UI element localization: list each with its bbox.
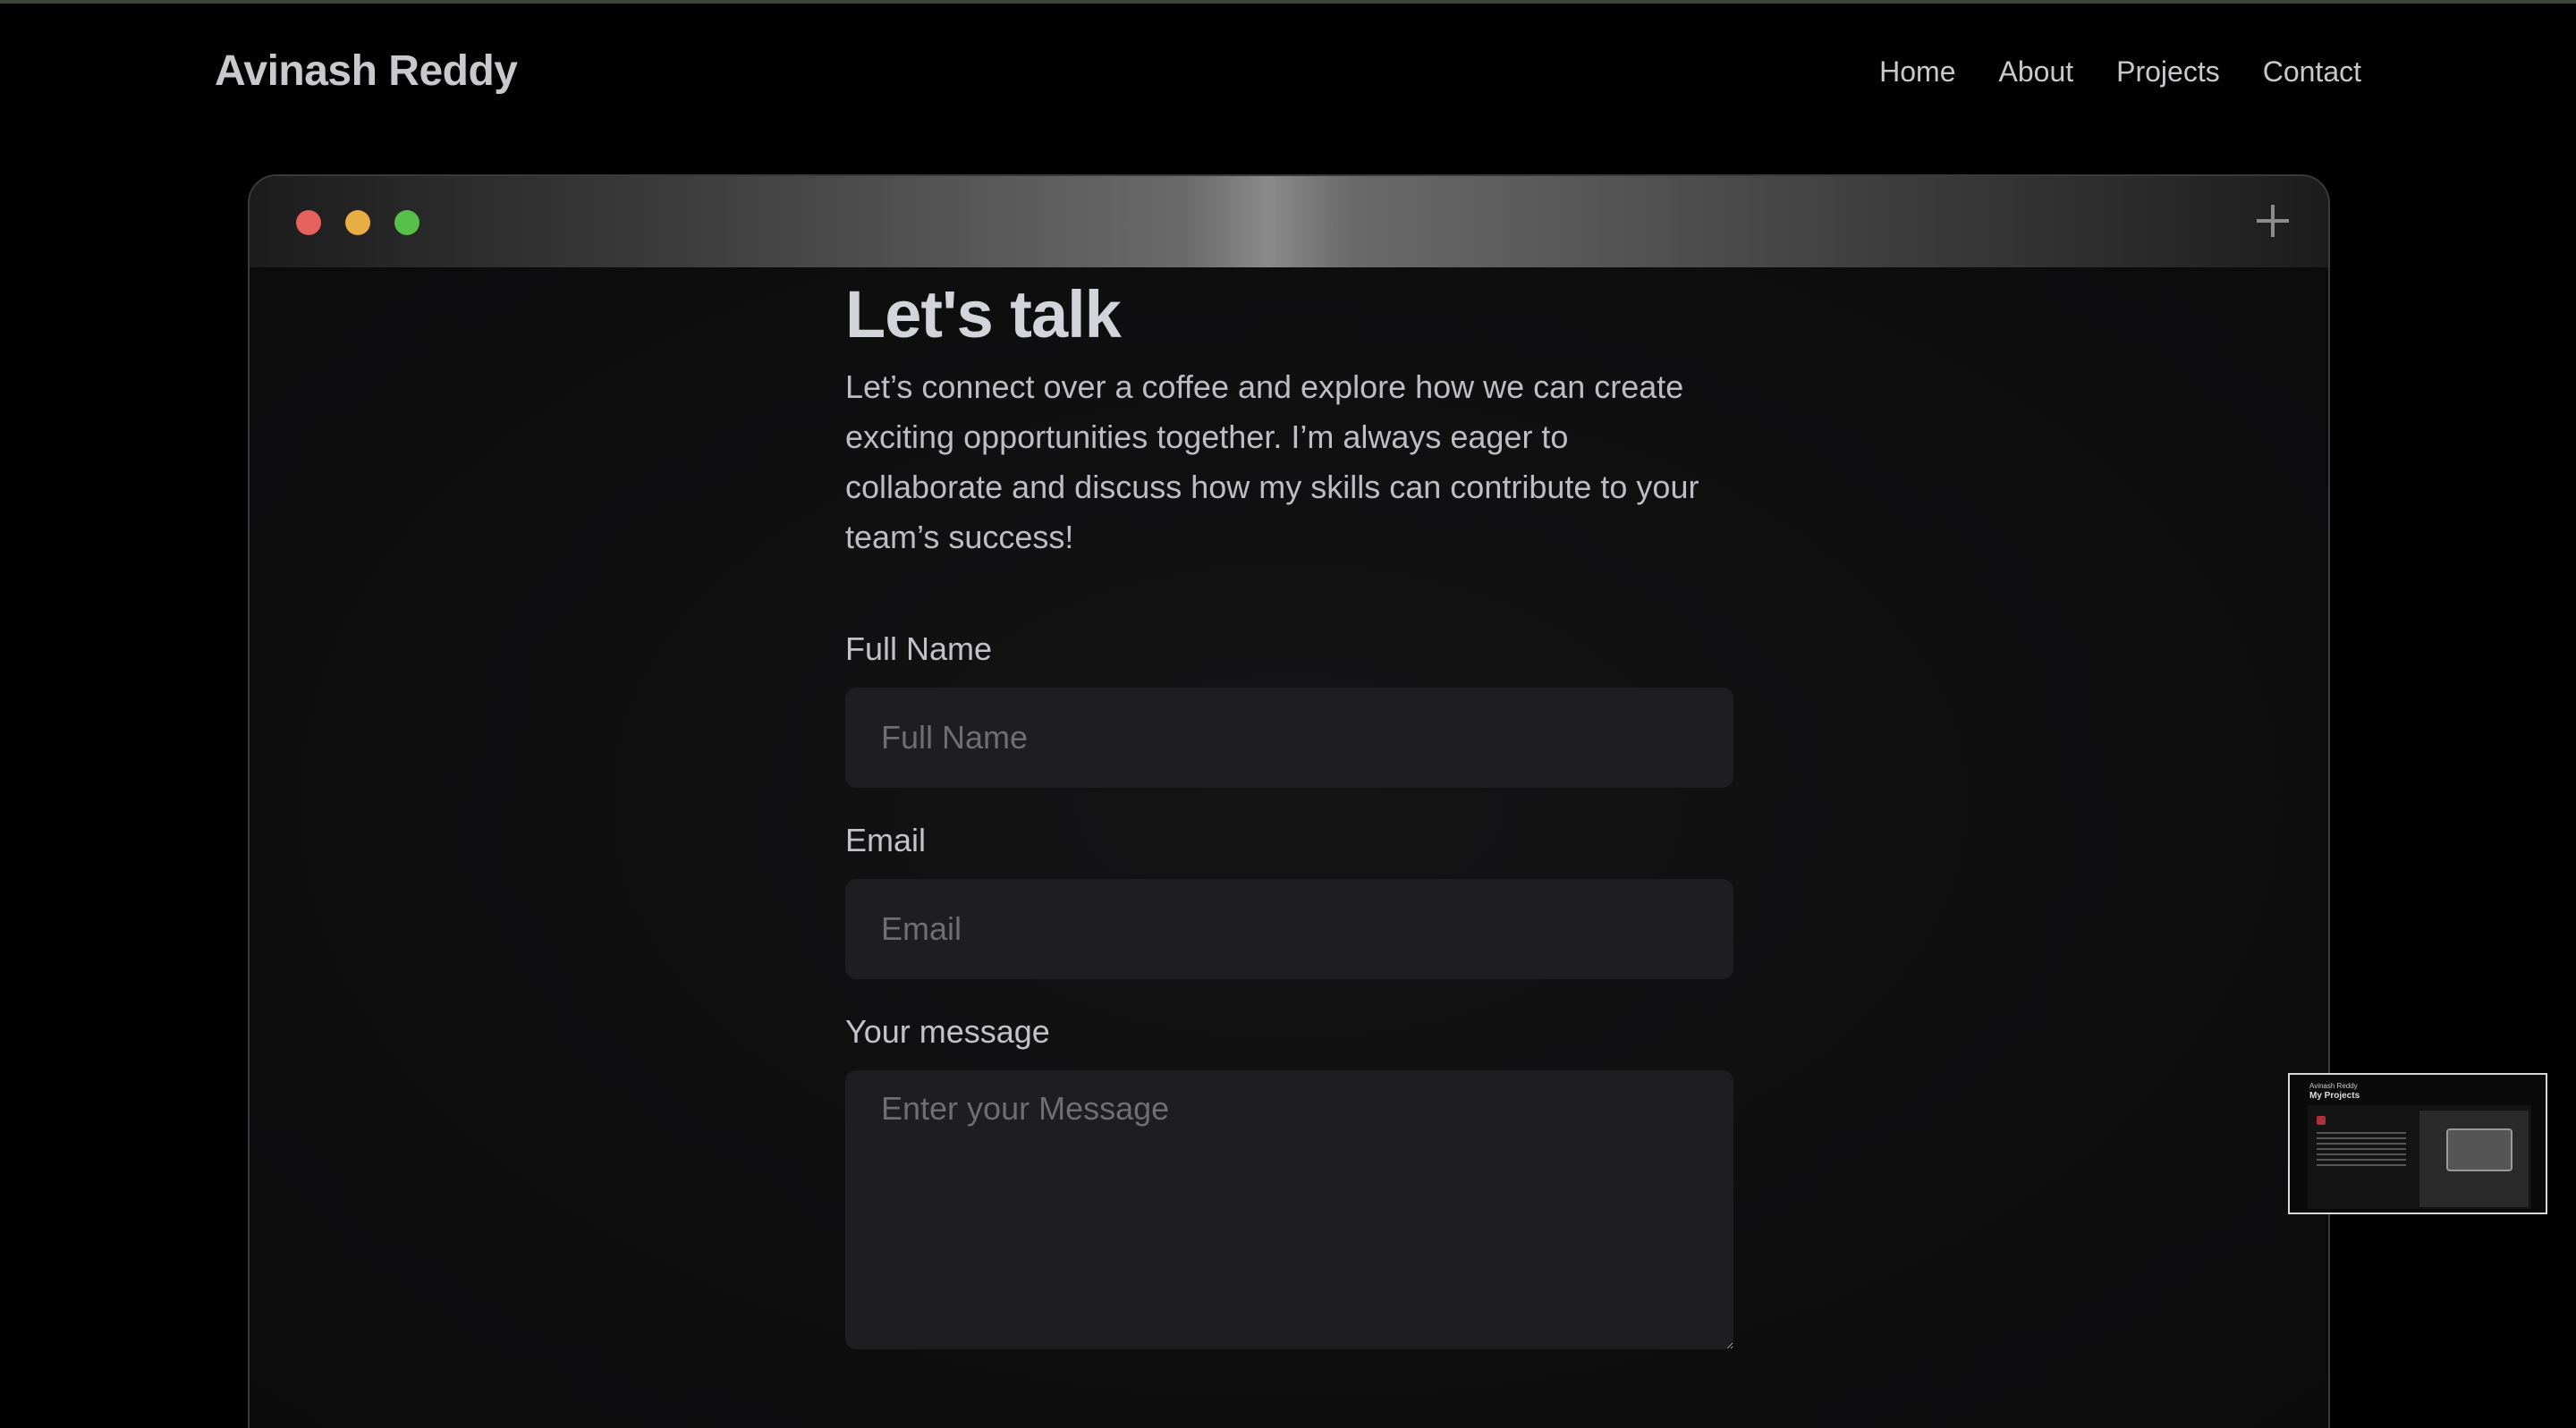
nav-contact[interactable]: Contact [2263,55,2361,89]
maximize-dot-icon[interactable] [394,210,419,235]
intro-text: Let’s connect over a coffee and explore … [845,368,1699,555]
plus-icon[interactable] [2251,199,2294,242]
minimize-dot-icon[interactable] [345,210,370,235]
window-titlebar [250,176,2328,267]
nav-about[interactable]: About [1999,55,2074,89]
project-preview-thumbnail[interactable]: Avinash Reddy My Projects [2288,1073,2547,1214]
thumbnail-text-lines [2317,1132,2406,1168]
browser-window: Let's talk Let’s connect over a coffee a… [248,174,2330,1428]
nav-projects[interactable]: Projects [2116,55,2220,89]
thumbnail-badge [2317,1116,2326,1125]
page-title: Let's talk [845,277,1122,351]
top-accent-line [0,0,2576,4]
site-logo[interactable]: Avinash Reddy [215,46,518,96]
full-name-input[interactable] [845,688,1733,788]
message-textarea[interactable] [845,1070,1733,1349]
close-dot-icon[interactable] [296,210,321,235]
main-nav: Home About Projects Contact [1879,55,2361,89]
message-label: Your message [845,1013,1050,1050]
email-input[interactable] [845,879,1733,979]
laptop-icon [2446,1128,2512,1171]
thumbnail-heading: My Projects [2309,1091,2360,1101]
contact-section: Let's talk Let’s connect over a coffee a… [845,275,1733,1349]
full-name-label: Full Name [845,630,993,667]
nav-home[interactable]: Home [1879,55,1955,89]
email-label: Email [845,822,927,858]
thumbnail-site-title: Avinash Reddy [2309,1082,2358,1090]
